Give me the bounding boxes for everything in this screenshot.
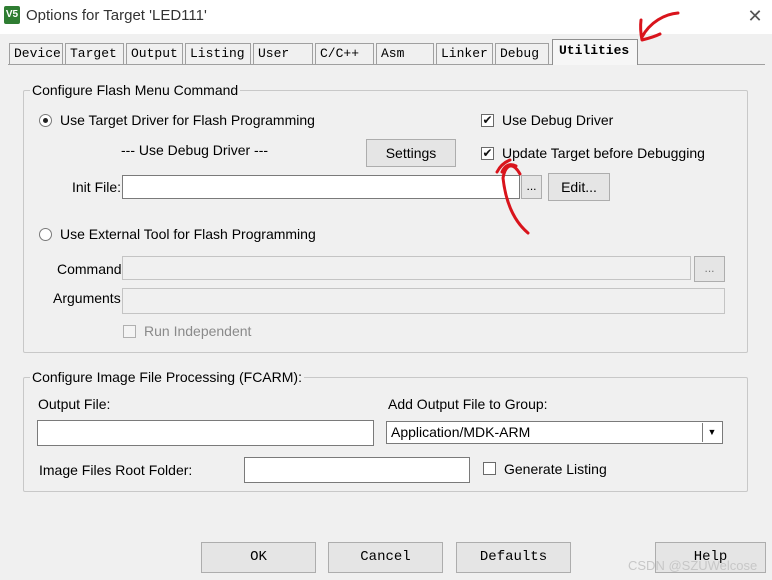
update-target-label: Update Target before Debugging bbox=[502, 145, 705, 161]
edit-button[interactable]: Edit... bbox=[548, 173, 610, 201]
add-to-group-label: Add Output File to Group: bbox=[388, 396, 548, 412]
output-file-label: Output File: bbox=[38, 396, 111, 412]
close-icon[interactable]: ✕ bbox=[746, 5, 764, 27]
add-to-group-value: Application/MDK-ARM bbox=[391, 424, 531, 440]
app-icon: V5 bbox=[4, 6, 20, 24]
output-file-input[interactable] bbox=[37, 420, 374, 446]
chevron-down-icon[interactable]: ▼ bbox=[702, 423, 721, 442]
command-label: Command: bbox=[57, 261, 126, 277]
tab-c-cpp[interactable]: C/C++ bbox=[315, 43, 374, 64]
use-target-driver-radio[interactable] bbox=[39, 114, 52, 127]
tab-device[interactable]: Device bbox=[9, 43, 63, 64]
tab-user[interactable]: User bbox=[253, 43, 313, 64]
ok-button[interactable]: OK bbox=[201, 542, 316, 573]
generate-listing-checkbox[interactable] bbox=[483, 462, 496, 475]
update-target-checkbox[interactable]: ✔ bbox=[481, 147, 494, 160]
window-title: Options for Target 'LED111' bbox=[26, 7, 207, 24]
flash-group-legend: Configure Flash Menu Command bbox=[30, 82, 241, 98]
watermark: CSDN @SZUWelcose bbox=[628, 558, 758, 573]
arguments-label: Arguments: bbox=[53, 290, 125, 306]
image-group-legend: Configure Image File Processing (FCARM): bbox=[30, 369, 304, 385]
tab-target[interactable]: Target bbox=[65, 43, 124, 64]
tab-debug[interactable]: Debug bbox=[495, 43, 549, 64]
init-file-input[interactable] bbox=[122, 175, 520, 199]
arguments-input[interactable] bbox=[122, 288, 725, 314]
run-independent-label: Run Independent bbox=[144, 323, 252, 339]
use-debug-driver-label: Use Debug Driver bbox=[502, 112, 614, 128]
command-input[interactable] bbox=[122, 256, 691, 280]
add-to-group-select[interactable]: Application/MDK-ARM ▼ bbox=[386, 421, 723, 444]
use-external-tool-radio[interactable] bbox=[39, 228, 52, 241]
use-target-driver-label: Use Target Driver for Flash Programming bbox=[60, 112, 315, 128]
use-external-tool-label: Use External Tool for Flash Programming bbox=[60, 226, 316, 242]
defaults-button[interactable]: Defaults bbox=[456, 542, 571, 573]
tab-asm[interactable]: Asm bbox=[376, 43, 434, 64]
generate-listing-label: Generate Listing bbox=[504, 461, 607, 477]
tab-listing[interactable]: Listing bbox=[185, 43, 251, 64]
root-folder-label: Image Files Root Folder: bbox=[39, 462, 193, 478]
cancel-button[interactable]: Cancel bbox=[328, 542, 443, 573]
settings-button[interactable]: Settings bbox=[366, 139, 456, 167]
tab-utilities[interactable]: Utilities bbox=[552, 39, 638, 65]
root-folder-input[interactable] bbox=[244, 457, 470, 483]
init-file-label: Init File: bbox=[72, 179, 122, 195]
tab-output[interactable]: Output bbox=[126, 43, 183, 64]
tab-linker[interactable]: Linker bbox=[436, 43, 493, 64]
debug-driver-note: --- Use Debug Driver --- bbox=[121, 142, 269, 158]
use-debug-driver-checkbox[interactable]: ✔ bbox=[481, 114, 494, 127]
run-independent-checkbox[interactable] bbox=[123, 325, 136, 338]
init-file-browse-button[interactable]: ... bbox=[521, 175, 542, 199]
command-browse-button[interactable]: ... bbox=[694, 256, 725, 282]
